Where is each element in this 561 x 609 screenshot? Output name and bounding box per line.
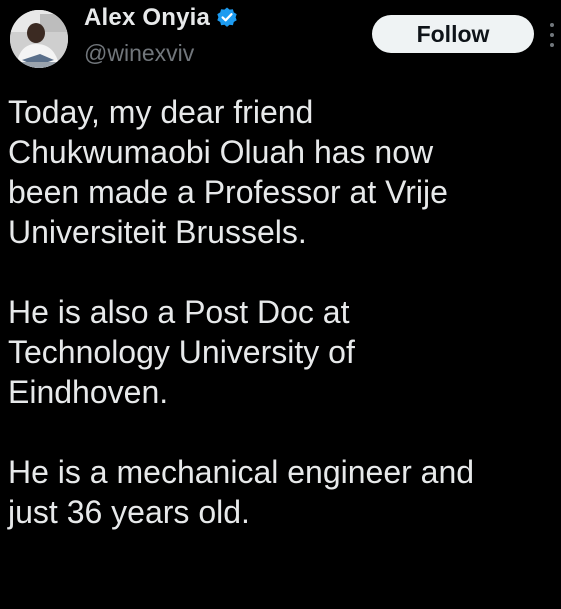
tweet-paragraph: He is a mechanical engineer and just 36 … [8, 452, 553, 532]
tweet-line: Technology University of [8, 334, 355, 370]
more-dot [550, 33, 554, 37]
more-dot [550, 23, 554, 27]
author-handle[interactable]: @winexviv [84, 40, 194, 67]
tweet-card: Alex Onyia @winexviv Follow Today, my de… [0, 0, 561, 609]
tweet-text: Today, my dear friend Chukwumaobi Oluah … [8, 92, 553, 532]
tweet-line: just 36 years old. [8, 494, 250, 530]
tweet-header: Alex Onyia @winexviv Follow [0, 0, 561, 80]
tweet-line: Universiteit Brussels. [8, 214, 307, 250]
tweet-line: Today, my dear friend [8, 94, 314, 130]
tweet-line: He is also a Post Doc at [8, 294, 350, 330]
verified-badge-icon [215, 6, 239, 30]
more-dot [550, 43, 554, 47]
tweet-paragraph: Today, my dear friend Chukwumaobi Oluah … [8, 92, 553, 252]
author-name-row: Alex Onyia [84, 2, 239, 34]
tweet-line: Eindhoven. [8, 374, 169, 410]
follow-button[interactable]: Follow [372, 15, 534, 53]
avatar-image [10, 10, 68, 68]
tweet-paragraph: He is also a Post Doc at Technology Univ… [8, 292, 553, 412]
more-vertical-icon[interactable] [548, 23, 556, 47]
tweet-line: Chukwumaobi Oluah has now [8, 134, 434, 170]
avatar[interactable] [10, 10, 68, 68]
tweet-line: He is a mechanical engineer and [8, 454, 475, 490]
author-display-name[interactable]: Alex Onyia [84, 4, 210, 32]
tweet-line: been made a Professor at Vrije [8, 174, 448, 210]
